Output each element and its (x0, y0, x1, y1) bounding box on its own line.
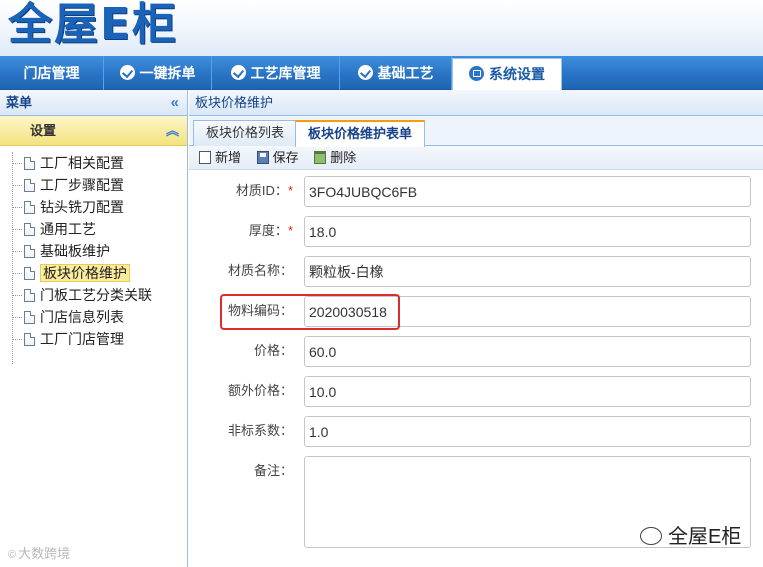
nav-item-label: 工艺库管理 (250, 65, 321, 81)
sidebar-title-text: 菜单 (6, 95, 33, 110)
nav-item-label: 系统设置 (489, 66, 545, 82)
nav-item-store-management[interactable]: 门店管理 (0, 56, 104, 90)
app-logo: 全屋E柜 (8, 0, 179, 50)
document-icon (24, 157, 35, 170)
sidebar-item-label: 通用工艺 (40, 221, 96, 237)
new-document-icon (199, 151, 211, 164)
sidebar-item-base-board[interactable]: 基础板维护 (0, 240, 187, 262)
nav-item-process-library[interactable]: 工艺库管理 (212, 56, 340, 90)
nav-item-label: 基础工艺 (377, 65, 434, 81)
material-id-input[interactable] (304, 176, 751, 207)
monitor-icon (469, 66, 484, 81)
watermark-left-text: 大数跨境 (18, 546, 71, 561)
field-label: 材质ID：* (189, 176, 293, 206)
delete-button-label: 删除 (330, 150, 357, 165)
document-icon (24, 267, 35, 280)
sidebar-item-factory-store[interactable]: 工厂门店管理 (0, 328, 187, 350)
sidebar-item-label: 板块价格维护 (40, 264, 130, 282)
field-label: 备注： (253, 463, 293, 478)
sidebar-item-drill-bits[interactable]: 钻头铣刀配置 (0, 196, 187, 218)
field-label-text: 材质ID： (235, 183, 288, 198)
sidebar-item-label: 钻头铣刀配置 (40, 199, 124, 215)
nav-item-system-settings[interactable]: 系统设置 (452, 58, 562, 90)
chevron-up-icon[interactable]: ︽ (166, 116, 179, 146)
highlight-box (220, 294, 400, 330)
save-button-label: 保存 (272, 150, 299, 165)
watermark-right-text: 全屋E柜 (668, 526, 742, 548)
required-mark: * (287, 223, 293, 238)
breadcrumb: 板块价格维护 (189, 90, 763, 116)
field-label: 价格： (253, 343, 293, 358)
sidebar-item-store-list[interactable]: 门店信息列表 (0, 306, 187, 328)
price-input[interactable] (304, 336, 751, 367)
new-button-label: 新增 (215, 150, 242, 165)
sidebar-item-label: 门店信息列表 (40, 309, 124, 325)
sidebar-item-door-process-link[interactable]: 门板工艺分类关联 (0, 284, 187, 306)
field-label-text: 厚度： (248, 223, 288, 238)
required-mark: * (287, 183, 293, 198)
sidebar-item-factory-config[interactable]: 工厂相关配置 (0, 152, 187, 174)
material-name-input[interactable] (304, 256, 751, 287)
thickness-input[interactable] (304, 216, 751, 247)
check-circle-icon (230, 65, 246, 80)
copyright-icon: © (8, 549, 17, 561)
field-label: 厚度：* (189, 216, 293, 246)
sidebar-item-general-process[interactable]: 通用工艺 (0, 218, 187, 240)
sidebar-item-factory-steps[interactable]: 工厂步骤配置 (0, 174, 187, 196)
document-icon (24, 245, 35, 258)
nav-item-label: 门店管理 (23, 65, 80, 81)
sidebar: 菜单 « 设置 ︽ 工厂相关配置 工厂步骤配置 钻头铣刀配置 通用工艺 基础板维… (0, 90, 188, 567)
field-label: 额外价格： (227, 383, 293, 398)
sidebar-item-board-price[interactable]: 板块价格维护 (0, 262, 187, 284)
nav-item-one-click-split[interactable]: 一键拆单 (104, 56, 212, 90)
form-toolbar: 新增 保存 删除 (189, 146, 763, 170)
sidebar-item-label: 工厂步骤配置 (40, 177, 124, 193)
top-nav: 门店管理 一键拆单 工艺库管理 基础工艺 系统设置 (0, 56, 763, 90)
trash-icon (314, 151, 327, 164)
tab-board-price-list[interactable]: 板块价格列表 (193, 120, 298, 146)
sidebar-item-label: 门板工艺分类关联 (40, 287, 152, 303)
check-circle-icon (119, 65, 135, 80)
document-icon (24, 201, 35, 214)
document-icon (24, 289, 35, 302)
chat-bubble-icon (640, 527, 662, 545)
sidebar-tree: 工厂相关配置 工厂步骤配置 钻头铣刀配置 通用工艺 基础板维护 板块价格维护 门… (0, 146, 187, 364)
document-icon (24, 333, 35, 346)
collapse-icon[interactable]: « (171, 94, 179, 112)
nav-item-label: 一键拆单 (139, 65, 196, 81)
sidebar-item-label: 基础板维护 (40, 243, 110, 259)
check-circle-icon (357, 65, 373, 80)
watermark-left: © 大数跨境 (8, 543, 70, 562)
nav-item-basic-process[interactable]: 基础工艺 (340, 56, 452, 90)
save-button[interactable]: 保存 (256, 146, 299, 170)
sidebar-item-label: 工厂相关配置 (40, 155, 124, 171)
sidebar-item-label: 工厂门店管理 (40, 331, 124, 347)
extra-price-input[interactable] (304, 376, 751, 407)
delete-button[interactable]: 删除 (314, 146, 356, 170)
watermark-right: 全屋E柜 (640, 520, 741, 549)
field-label: 材质名称： (227, 263, 293, 278)
app-header: 全屋E柜 (0, 0, 763, 56)
sidebar-title: 菜单 « (0, 90, 187, 116)
sidebar-group-label: 设置 (30, 123, 57, 138)
sidebar-group-settings[interactable]: 设置 ︽ (0, 116, 187, 146)
new-button[interactable]: 新增 (199, 146, 241, 170)
nonstandard-factor-input[interactable] (304, 416, 751, 447)
floppy-disk-icon (256, 151, 269, 164)
document-icon (24, 311, 35, 324)
tab-bar: 板块价格列表 板块价格维护表单 (189, 116, 763, 147)
document-icon (24, 179, 35, 192)
document-icon (24, 223, 35, 236)
tab-board-price-form[interactable]: 板块价格维护表单 (295, 120, 426, 147)
field-label: 非标系数： (227, 423, 293, 438)
